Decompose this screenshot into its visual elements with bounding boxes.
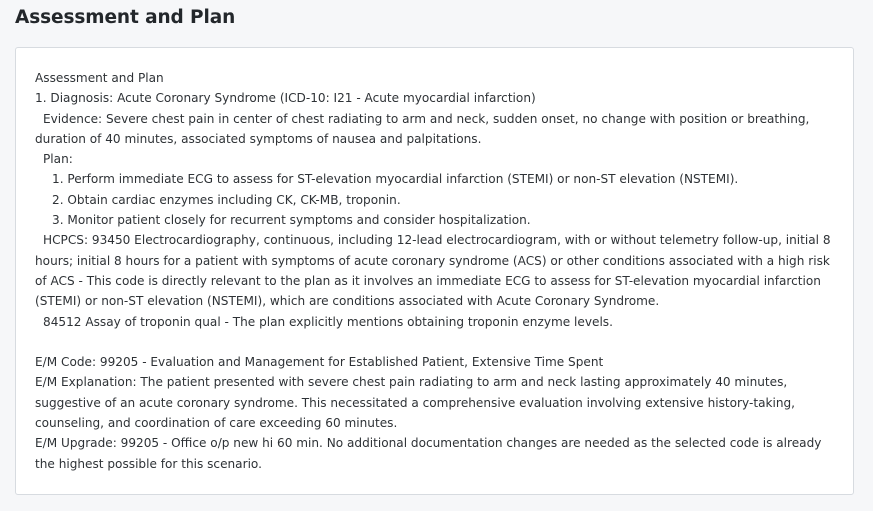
plan-item-3: 3. Monitor patient closely for recurrent… — [52, 213, 531, 228]
diagnosis-line: 1. Diagnosis: Acute Coronary Syndrome (I… — [35, 91, 536, 106]
blank-spacer — [35, 332, 835, 352]
assessment-plan-panel: Assessment and Plan 1. Diagnosis: Acute … — [15, 47, 854, 495]
hcpcs-line: HCPCS: 93450 Electrocardiography, contin… — [35, 230, 835, 311]
em-code-line: E/M Code: 99205 - Evaluation and Managem… — [35, 355, 604, 370]
assessment-plan-text[interactable]: Assessment and Plan 1. Diagnosis: Acute … — [35, 68, 835, 474]
em-explanation-line: E/M Explanation: The patient presented w… — [35, 375, 796, 431]
evidence-text: Evidence: Severe chest pain in center of… — [35, 111, 810, 146]
em-upgrade-line: E/M Upgrade: 99205 - Office o/p new hi 6… — [35, 436, 822, 471]
plan-item-2: 2. Obtain cardiac enzymes including CK, … — [52, 192, 401, 207]
hcpcs-text: HCPCS: 93450 Electrocardiography, contin… — [35, 233, 831, 309]
page-title: Assessment and Plan — [15, 7, 236, 28]
plan-label: Plan: — [43, 152, 73, 167]
note-heading: Assessment and Plan — [35, 71, 164, 85]
plan-item-1: 1. Perform immediate ECG to assess for S… — [52, 172, 739, 187]
evidence-line: Evidence: Severe chest pain in center of… — [35, 109, 835, 150]
hcpcs-line-2: 84512 Assay of troponin qual - The plan … — [43, 314, 613, 329]
